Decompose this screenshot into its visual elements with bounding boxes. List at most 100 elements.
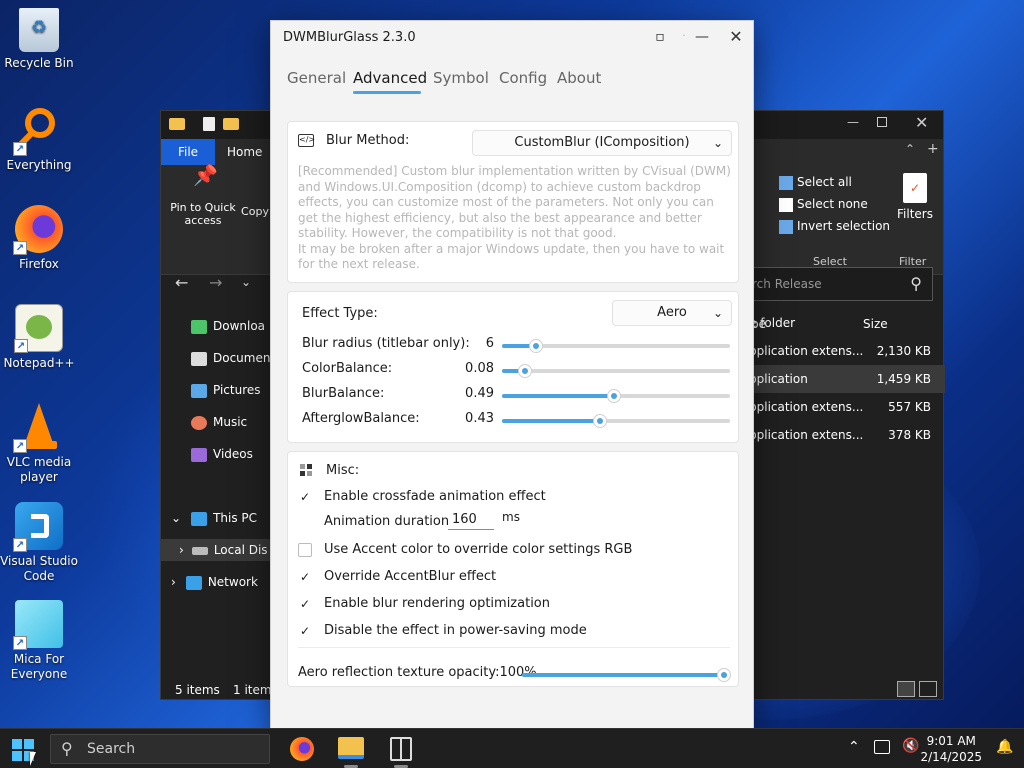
- slider-thumb[interactable]: [593, 414, 608, 428]
- invert-selection-label: Invert selection: [797, 219, 891, 233]
- slider-thumb[interactable]: [606, 389, 621, 403]
- tab-general[interactable]: General: [287, 69, 346, 87]
- effect-type-select[interactable]: Aero ⌄: [612, 300, 732, 326]
- collapse-ribbon-icon[interactable]: ⌃: [905, 142, 915, 156]
- select-none-icon: [779, 197, 793, 212]
- animation-duration-input[interactable]: 160: [448, 510, 494, 530]
- copy-button[interactable]: Copy: [241, 205, 269, 218]
- invert-selection-icon: [779, 219, 793, 234]
- details-view-icon[interactable]: [897, 681, 915, 697]
- misc-card: Misc: ✓ Enable crossfade animation effec…: [287, 451, 739, 687]
- help-icon[interactable]: +: [927, 141, 939, 157]
- minimize-icon[interactable]: —: [689, 25, 715, 49]
- file-size: 2,130 KB: [876, 344, 931, 358]
- tab-advanced[interactable]: Advanced: [353, 69, 427, 87]
- nav-item-network[interactable]: › Network: [171, 571, 258, 593]
- file-type: e folder: [749, 316, 796, 330]
- desktop-icon-notepadpp[interactable]: ↗ Notepad++: [0, 304, 78, 371]
- save-icon[interactable]: ▫: [647, 25, 673, 49]
- desktop-icon-everything[interactable]: ↗ Everything: [0, 106, 78, 173]
- file-row[interactable]: e folder: [741, 309, 945, 337]
- mica-for-everyone-icon: ↗: [13, 600, 63, 650]
- tab-symbol[interactable]: Symbol: [433, 69, 489, 87]
- slider-thumb[interactable]: [517, 364, 532, 378]
- desktop-icon-label: Mica For Everyone: [10, 652, 68, 681]
- pin-quick-access-button[interactable]: 📌 Pin to Quick access: [167, 165, 239, 227]
- desktop-icon-recycle-bin[interactable]: ♻ Recycle Bin: [0, 8, 78, 71]
- invert-selection-button[interactable]: Invert selection: [779, 219, 890, 234]
- notepad-plus-plus-icon: ↗: [14, 304, 63, 353]
- file-row[interactable]: pplication extens... 378 KB: [741, 421, 945, 449]
- minimize-icon[interactable]: —: [847, 115, 859, 129]
- nav-item-local-disk[interactable]: › Local Dis: [161, 539, 271, 561]
- slider-value: 6: [485, 336, 494, 351]
- slider-thumb[interactable]: [717, 668, 731, 682]
- accent-blur-checkbox[interactable]: ✓: [298, 570, 312, 584]
- volume-muted-icon[interactable]: 🔇: [902, 738, 919, 754]
- file-row[interactable]: pplication extens... 2,130 KB: [741, 337, 945, 365]
- taskbar-explorer-icon[interactable]: [338, 737, 364, 759]
- taskbar-package-icon[interactable]: [390, 737, 412, 761]
- reflection-opacity-slider[interactable]: [522, 668, 731, 682]
- nav-item-music[interactable]: Music: [191, 411, 247, 433]
- file-size: 557 KB: [888, 400, 931, 414]
- animation-duration-label: Animation duration:: [324, 514, 454, 529]
- search-box[interactable]: rch Release ⚲: [745, 267, 933, 301]
- blur-method-select[interactable]: CustomBlur (IComposition) ⌄: [472, 130, 732, 156]
- videos-icon: [191, 447, 207, 462]
- copy-label: Copy: [241, 205, 269, 218]
- close-icon[interactable]: ✕: [915, 113, 928, 132]
- taskbar-search[interactable]: ⚲ Search: [50, 734, 270, 764]
- select-none-button[interactable]: Select none: [779, 197, 868, 212]
- blur-optimization-checkbox[interactable]: ✓: [298, 597, 312, 611]
- power-saving-checkbox[interactable]: ✓: [298, 624, 312, 638]
- crossfade-checkbox[interactable]: ✓: [298, 490, 312, 504]
- nav-item-label: Network: [207, 575, 258, 589]
- filters-button[interactable]: ✓ Filters: [895, 173, 935, 221]
- desktop-icon-vscode[interactable]: ↗ Visual Studio Code: [0, 502, 78, 584]
- slider-label: AfterglowBalance:: [302, 411, 420, 426]
- effect-type-value: Aero: [657, 305, 687, 320]
- nav-item-downloads[interactable]: Downloa: [191, 315, 265, 337]
- nav-item-documents[interactable]: Documen: [191, 347, 270, 369]
- slider-label: BlurBalance:: [302, 386, 385, 401]
- ribbon-tab-home[interactable]: Home: [227, 139, 262, 165]
- chevron-up-icon[interactable]: ⌃: [848, 739, 860, 755]
- misc-grid-icon: [300, 464, 314, 478]
- large-icons-view-icon[interactable]: [919, 681, 937, 697]
- color-balance-slider[interactable]: [502, 364, 730, 378]
- effect-card: Effect Type: Aero ⌄ Blur radius (titleba…: [287, 291, 739, 443]
- tab-about[interactable]: About: [557, 69, 601, 87]
- mouse-cursor-icon: [30, 752, 36, 766]
- desktop-icon-mica[interactable]: ↗ Mica For Everyone: [0, 600, 78, 682]
- desktop-icon-firefox[interactable]: ↗ Firefox: [0, 205, 78, 272]
- notification-bell-icon[interactable]: 🔔: [996, 739, 1013, 755]
- desktop-icon-vlc[interactable]: ↗ VLC media player: [0, 403, 78, 485]
- animation-duration-unit: ms: [502, 510, 520, 524]
- afterglow-balance-slider[interactable]: [502, 414, 730, 428]
- close-icon[interactable]: ✕: [723, 25, 749, 49]
- slider-fill: [522, 673, 724, 677]
- accent-override-checkbox[interactable]: [298, 543, 312, 557]
- nav-item-pictures[interactable]: Pictures: [191, 379, 261, 401]
- file-row[interactable]: pplication extens... 557 KB: [741, 393, 945, 421]
- desktop-icon-label: Everything: [6, 158, 72, 172]
- file-row-selected[interactable]: pplication 1,459 KB: [741, 365, 945, 393]
- network-icon: [185, 575, 202, 590]
- nav-item-videos[interactable]: Videos: [191, 443, 253, 465]
- document-icon: [191, 351, 207, 366]
- new-folder-icon[interactable]: [223, 118, 239, 130]
- maximize-icon[interactable]: [877, 117, 887, 127]
- select-all-button[interactable]: Select all: [779, 175, 852, 190]
- network-icon[interactable]: [874, 740, 890, 754]
- taskbar-firefox-icon[interactable]: [290, 737, 314, 761]
- blur-balance-slider[interactable]: [502, 389, 730, 403]
- slider-thumb[interactable]: [529, 339, 544, 353]
- properties-icon[interactable]: [203, 117, 215, 131]
- tab-config[interactable]: Config: [499, 69, 547, 87]
- ribbon-tab-file[interactable]: File: [161, 139, 215, 165]
- clock[interactable]: 9:01 AM 2/14/2025: [920, 733, 982, 765]
- shortcut-arrow-icon: ↗: [13, 241, 27, 255]
- nav-item-this-pc[interactable]: ⌄ This PC: [171, 507, 257, 529]
- blur-radius-slider[interactable]: [502, 339, 730, 353]
